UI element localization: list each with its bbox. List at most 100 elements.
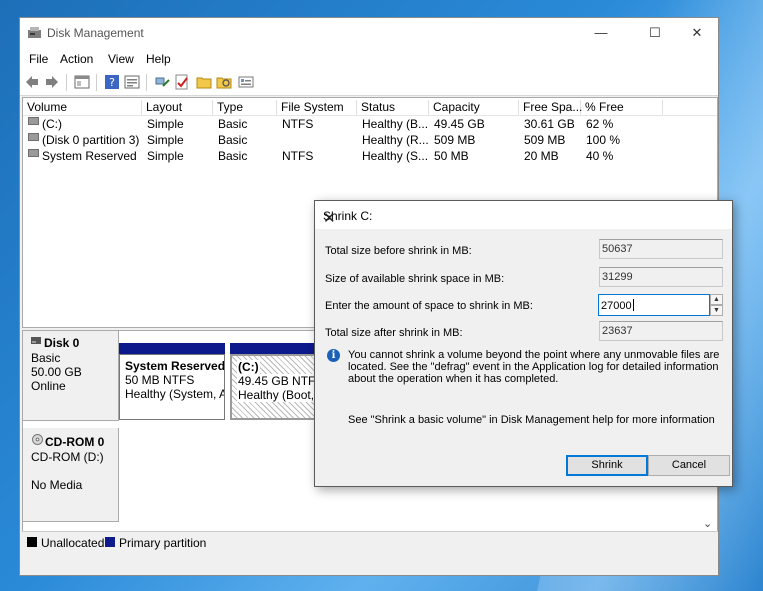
cell-type: Basic — [218, 149, 248, 163]
partition-name: System Reserved — [125, 359, 225, 373]
cell-volume: System Reserved — [42, 149, 137, 163]
shrink-amount-label: Enter the amount of space to shrink in M… — [325, 300, 533, 312]
cdrom-0-label[interactable]: CD-ROM 0 CD-ROM (D:) No Media — [23, 428, 119, 522]
cell-capacity: 509 MB — [434, 133, 476, 147]
column-header-type[interactable]: Type — [213, 100, 277, 115]
table-row[interactable]: System Reserved Simple Basic NTFS Health… — [23, 149, 717, 164]
help-icon[interactable]: ? — [104, 74, 120, 90]
legend: Unallocated Primary partition — [22, 531, 718, 551]
cell-status: Healthy (R... — [362, 133, 429, 147]
dialog-title-bar[interactable]: Shrink C: ✕ — [315, 201, 732, 229]
dialog-close-button[interactable]: ✕ — [323, 209, 724, 227]
shrink-dialog: Shrink C: ✕ Total size before shrink in … — [314, 200, 733, 487]
available-space-label: Size of available shrink space in MB: — [325, 273, 505, 285]
partition-header-bar — [119, 343, 225, 354]
cell-status: Healthy (B... — [362, 117, 429, 131]
volume-icon — [28, 117, 39, 125]
back-icon[interactable] — [24, 74, 40, 90]
partition-name: (C:) — [237, 360, 260, 374]
table-row[interactable]: (Disk 0 partition 3) Simple Basic Health… — [23, 133, 717, 148]
properties-icon[interactable] — [124, 74, 140, 90]
cdrom-status: No Media — [31, 478, 83, 492]
close-button[interactable]: ✕ — [674, 18, 720, 48]
info-icon: i — [327, 349, 340, 362]
column-header-percent-free[interactable]: % Free — [581, 100, 663, 115]
cdrom-type: CD-ROM (D:) — [31, 450, 104, 464]
title-bar[interactable]: Disk Management — ☐ ✕ — [20, 18, 718, 48]
console-tree-icon[interactable] — [74, 74, 90, 90]
disk-0-name: Disk 0 — [44, 336, 80, 350]
column-header-capacity[interactable]: Capacity — [429, 100, 519, 115]
spin-up-button[interactable]: ▲ — [710, 294, 723, 305]
search-folder-icon[interactable] — [216, 74, 232, 90]
partition-size: 50 MB NTFS — [125, 373, 195, 387]
disk-0-type: Basic — [31, 351, 61, 365]
cdrom-name: CD-ROM 0 — [45, 435, 105, 449]
minimize-button[interactable]: — — [578, 18, 624, 48]
toolbar-separator — [146, 74, 147, 91]
partition-header-bar — [230, 343, 320, 354]
disk-management-icon — [28, 27, 41, 38]
cell-volume: (Disk 0 partition 3) — [42, 133, 140, 147]
folder-icon[interactable] — [196, 74, 212, 90]
shrink-amount-input[interactable]: 27000 — [598, 294, 710, 316]
partition-size: 49.45 GB NTFS — [237, 374, 318, 388]
menu-view[interactable]: View — [108, 52, 134, 66]
cell-percent-free: 62 % — [586, 117, 614, 131]
toolbar-separator — [96, 74, 97, 91]
total-before-label: Total size before shrink in MB: — [325, 245, 472, 257]
settings-icon[interactable] — [238, 74, 254, 90]
volume-list-header: Volume Layout Type File System Status Ca… — [23, 98, 717, 116]
cell-layout: Simple — [147, 149, 184, 163]
cell-layout: Simple — [147, 117, 184, 131]
total-before-field: 50637 — [599, 239, 723, 259]
connect-icon[interactable] — [154, 74, 170, 90]
window-title: Disk Management — [47, 26, 144, 40]
cancel-button[interactable]: Cancel — [648, 455, 730, 476]
cell-type: Basic — [218, 133, 248, 147]
shrink-button[interactable]: Shrink — [566, 455, 648, 476]
column-header-volume[interactable]: Volume — [23, 100, 142, 115]
menu-help[interactable]: Help — [146, 52, 171, 66]
column-header-status[interactable]: Status — [357, 100, 429, 115]
toolbar-separator — [66, 74, 67, 91]
volume-icon — [28, 149, 39, 157]
disk-0-size: 50.00 GB — [31, 365, 82, 379]
cell-free-space: 30.61 GB — [524, 117, 575, 131]
menu-file[interactable]: File — [29, 52, 48, 66]
partition-system-reserved[interactable]: System Reserved 50 MB NTFS Healthy (Syst… — [119, 354, 225, 420]
forward-icon[interactable] — [44, 74, 60, 90]
table-row[interactable]: (C:) Simple Basic NTFS Healthy (B... 49.… — [23, 117, 717, 132]
cell-percent-free: 40 % — [586, 149, 614, 163]
total-after-label: Total size after shrink in MB: — [325, 327, 463, 339]
column-header-free-space[interactable]: Free Spa... — [519, 100, 582, 115]
legend-primary-partition: Primary partition — [119, 536, 207, 550]
text-caret — [632, 299, 634, 311]
cell-file-system: NTFS — [282, 117, 314, 131]
spin-down-button[interactable]: ▼ — [710, 305, 723, 316]
check-icon[interactable] — [174, 74, 190, 90]
cell-capacity: 49.45 GB — [434, 117, 485, 131]
shrink-amount-value: 27000 — [601, 300, 632, 312]
available-space-field: 31299 — [599, 267, 723, 287]
partition-c-drive[interactable]: (C:) 49.45 GB NTFS Healthy (Boot, P — [230, 354, 320, 420]
cell-free-space: 509 MB — [524, 133, 566, 147]
cell-status: Healthy (S... — [362, 149, 429, 163]
disk-0-status: Online — [31, 379, 66, 393]
menu-bar: File Action View Help — [20, 48, 718, 70]
volume-icon — [28, 133, 39, 141]
column-header-layout[interactable]: Layout — [142, 100, 213, 115]
scroll-down-icon[interactable]: ⌄ — [703, 517, 712, 530]
cell-file-system: NTFS — [282, 149, 314, 163]
partition-status: Healthy (Boot, P — [237, 388, 318, 402]
maximize-button[interactable]: ☐ — [632, 18, 678, 48]
cd-icon — [32, 434, 43, 445]
legend-unallocated: Unallocated — [41, 536, 105, 550]
disk-icon — [31, 337, 41, 344]
menu-action[interactable]: Action — [60, 52, 93, 66]
column-header-file-system[interactable]: File System — [277, 100, 357, 115]
disk-0-label[interactable]: Disk 0 Basic 50.00 GB Online — [23, 331, 119, 421]
partition-status: Healthy (System, A — [125, 387, 225, 401]
cell-type: Basic — [218, 117, 248, 131]
cell-free-space: 20 MB — [524, 149, 559, 163]
